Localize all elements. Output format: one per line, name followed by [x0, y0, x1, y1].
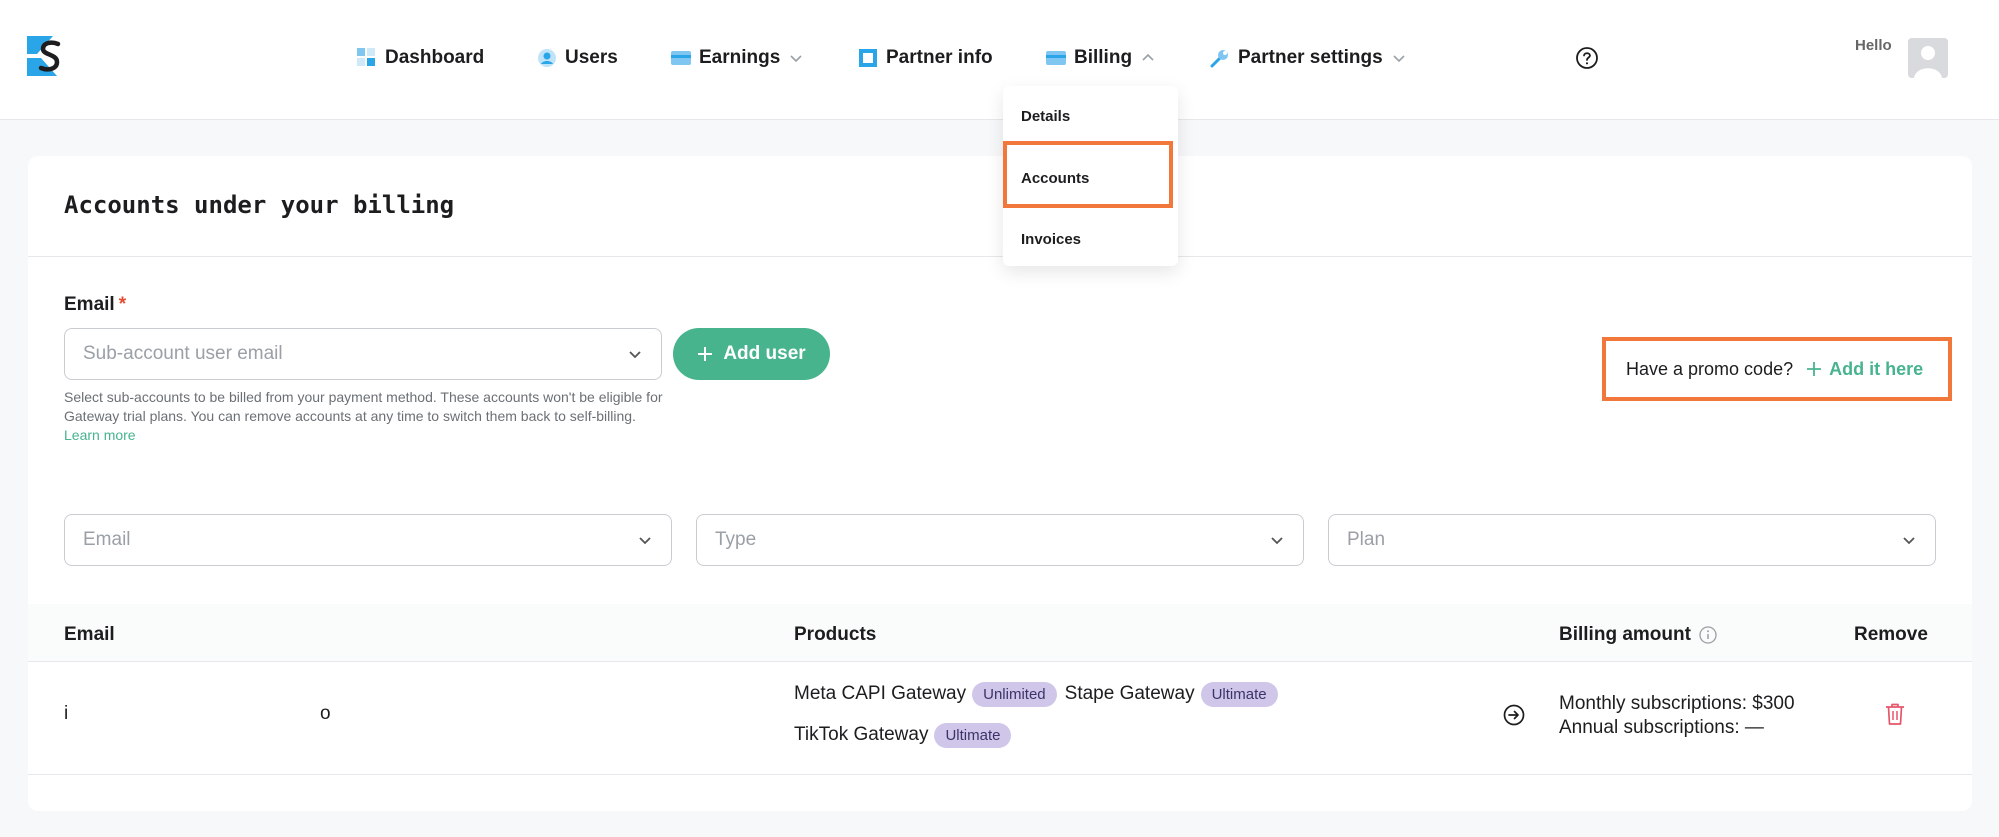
main-nav: Dashboard Users Earnings Partner info Bi… — [0, 42, 1999, 74]
nav-billing[interactable]: Billing — [1046, 42, 1156, 74]
product-line: Meta CAPI Gateway Unlimited Stape Gatewa… — [794, 679, 1286, 709]
product-name: Meta CAPI Gateway — [794, 683, 967, 704]
nav-dashboard-label: Dashboard — [385, 47, 485, 68]
chevron-down-icon — [639, 537, 651, 545]
dashboard-icon — [357, 48, 375, 66]
sub-account-email-placeholder: Sub-account user email — [83, 343, 283, 364]
email-filter-placeholder: Email — [83, 529, 131, 550]
column-header-billing-amount: Billing amount — [1559, 624, 1717, 646]
plan-filter[interactable]: Plan — [1328, 514, 1936, 566]
chevron-down-icon — [1903, 537, 1915, 545]
type-filter[interactable]: Type — [696, 514, 1304, 566]
chevron-down-icon — [1271, 537, 1283, 545]
learn-more-link[interactable]: Learn more — [64, 427, 136, 443]
avatar[interactable] — [1908, 38, 1948, 78]
email-filter[interactable]: Email — [64, 514, 672, 566]
menu-item-accounts[interactable]: Accounts — [1021, 170, 1089, 187]
add-promo-code-label: Add it here — [1829, 358, 1924, 379]
card-icon — [1046, 51, 1066, 65]
nav-partner-info-label: Partner info — [886, 47, 993, 68]
add-user-label: Add user — [723, 343, 806, 364]
row-billing-amount: Monthly subscriptions: $300 Annual subsc… — [1559, 692, 1795, 740]
nav-dashboard[interactable]: Dashboard — [357, 42, 484, 74]
chevron-down-icon — [790, 55, 802, 63]
annual-subscriptions: Annual subscriptions: — — [1559, 717, 1764, 738]
promo-code-box: Have a promo code? Add it here — [1602, 337, 1952, 401]
nav-partner-settings-label: Partner settings — [1238, 47, 1383, 68]
nav-partner-settings[interactable]: Partner settings — [1210, 42, 1407, 74]
trash-icon[interactable] — [1884, 702, 1906, 726]
avatar-placeholder-icon — [1908, 38, 1948, 78]
nav-users[interactable]: Users — [537, 42, 618, 74]
divider — [28, 774, 1972, 775]
column-header-products: Products — [794, 624, 877, 645]
email-label: Email * — [64, 294, 126, 316]
nav-earnings[interactable]: Earnings — [671, 42, 804, 74]
help-icon[interactable] — [1575, 46, 1599, 70]
plan-badge: Ultimate — [1200, 681, 1278, 707]
info-icon[interactable] — [1699, 626, 1717, 644]
page-title: Accounts under your billing — [64, 191, 455, 219]
add-promo-code-link[interactable]: Add it here — [1807, 359, 1923, 380]
product-name: Stape Gateway — [1064, 683, 1195, 704]
menu-item-invoices[interactable]: Invoices — [1021, 231, 1081, 248]
row-products: Meta CAPI Gateway Unlimited Stape Gatewa… — [794, 679, 1286, 750]
plan-badge: Unlimited — [972, 681, 1057, 707]
top-navigation-bar: Dashboard Users Earnings Partner info Bi… — [0, 0, 1999, 120]
nav-partner-info[interactable]: Partner info — [858, 42, 993, 74]
chevron-down-icon — [629, 351, 641, 359]
plan-filter-placeholder: Plan — [1347, 529, 1386, 550]
promo-text: Have a promo code? — [1626, 358, 1794, 379]
helper-text-body: Select sub-accounts to be billed from yo… — [64, 389, 663, 424]
card-icon — [671, 51, 691, 65]
nav-users-label: Users — [565, 47, 618, 68]
sub-account-email-select[interactable]: Sub-account user email — [64, 328, 662, 380]
user-icon — [538, 49, 556, 67]
greeting: Hello — [1855, 37, 1892, 54]
nav-earnings-label: Earnings — [699, 47, 781, 68]
column-header-email: Email — [64, 624, 115, 645]
nav-billing-label: Billing — [1074, 47, 1133, 68]
accounts-card: Accounts under your billing Email * Sub-a… — [28, 156, 1972, 811]
arrow-right-circle-icon[interactable] — [1503, 704, 1525, 726]
product-name: TikTok Gateway — [794, 724, 929, 745]
chevron-up-icon — [1142, 53, 1154, 61]
add-user-button[interactable]: Add user — [673, 328, 830, 380]
row-email-end: o — [320, 703, 331, 724]
helper-text: Select sub-accounts to be billed from yo… — [64, 388, 664, 445]
email-label-text: Email — [64, 294, 115, 315]
row-email-start: i — [64, 703, 69, 724]
table-header: Email Products Billing amount Remove — [28, 604, 1972, 662]
plan-badge: Ultimate — [934, 722, 1012, 748]
square-icon — [859, 49, 877, 67]
chevron-down-icon — [1393, 55, 1405, 63]
plus-icon — [1807, 362, 1822, 376]
column-header-remove: Remove — [1854, 624, 1928, 645]
product-line: TikTok Gateway Ultimate — [794, 720, 1286, 750]
billing-dropdown-menu: Details Accounts Invoices — [1003, 86, 1178, 266]
billing-amount-label: Billing amount — [1559, 624, 1691, 645]
plus-icon — [698, 347, 713, 361]
required-marker: * — [118, 294, 127, 315]
menu-item-details[interactable]: Details — [1021, 108, 1070, 125]
divider — [28, 256, 1972, 257]
wrench-icon — [1210, 50, 1228, 68]
monthly-subscriptions: Monthly subscriptions: $300 — [1559, 693, 1795, 714]
type-filter-placeholder: Type — [715, 529, 757, 550]
